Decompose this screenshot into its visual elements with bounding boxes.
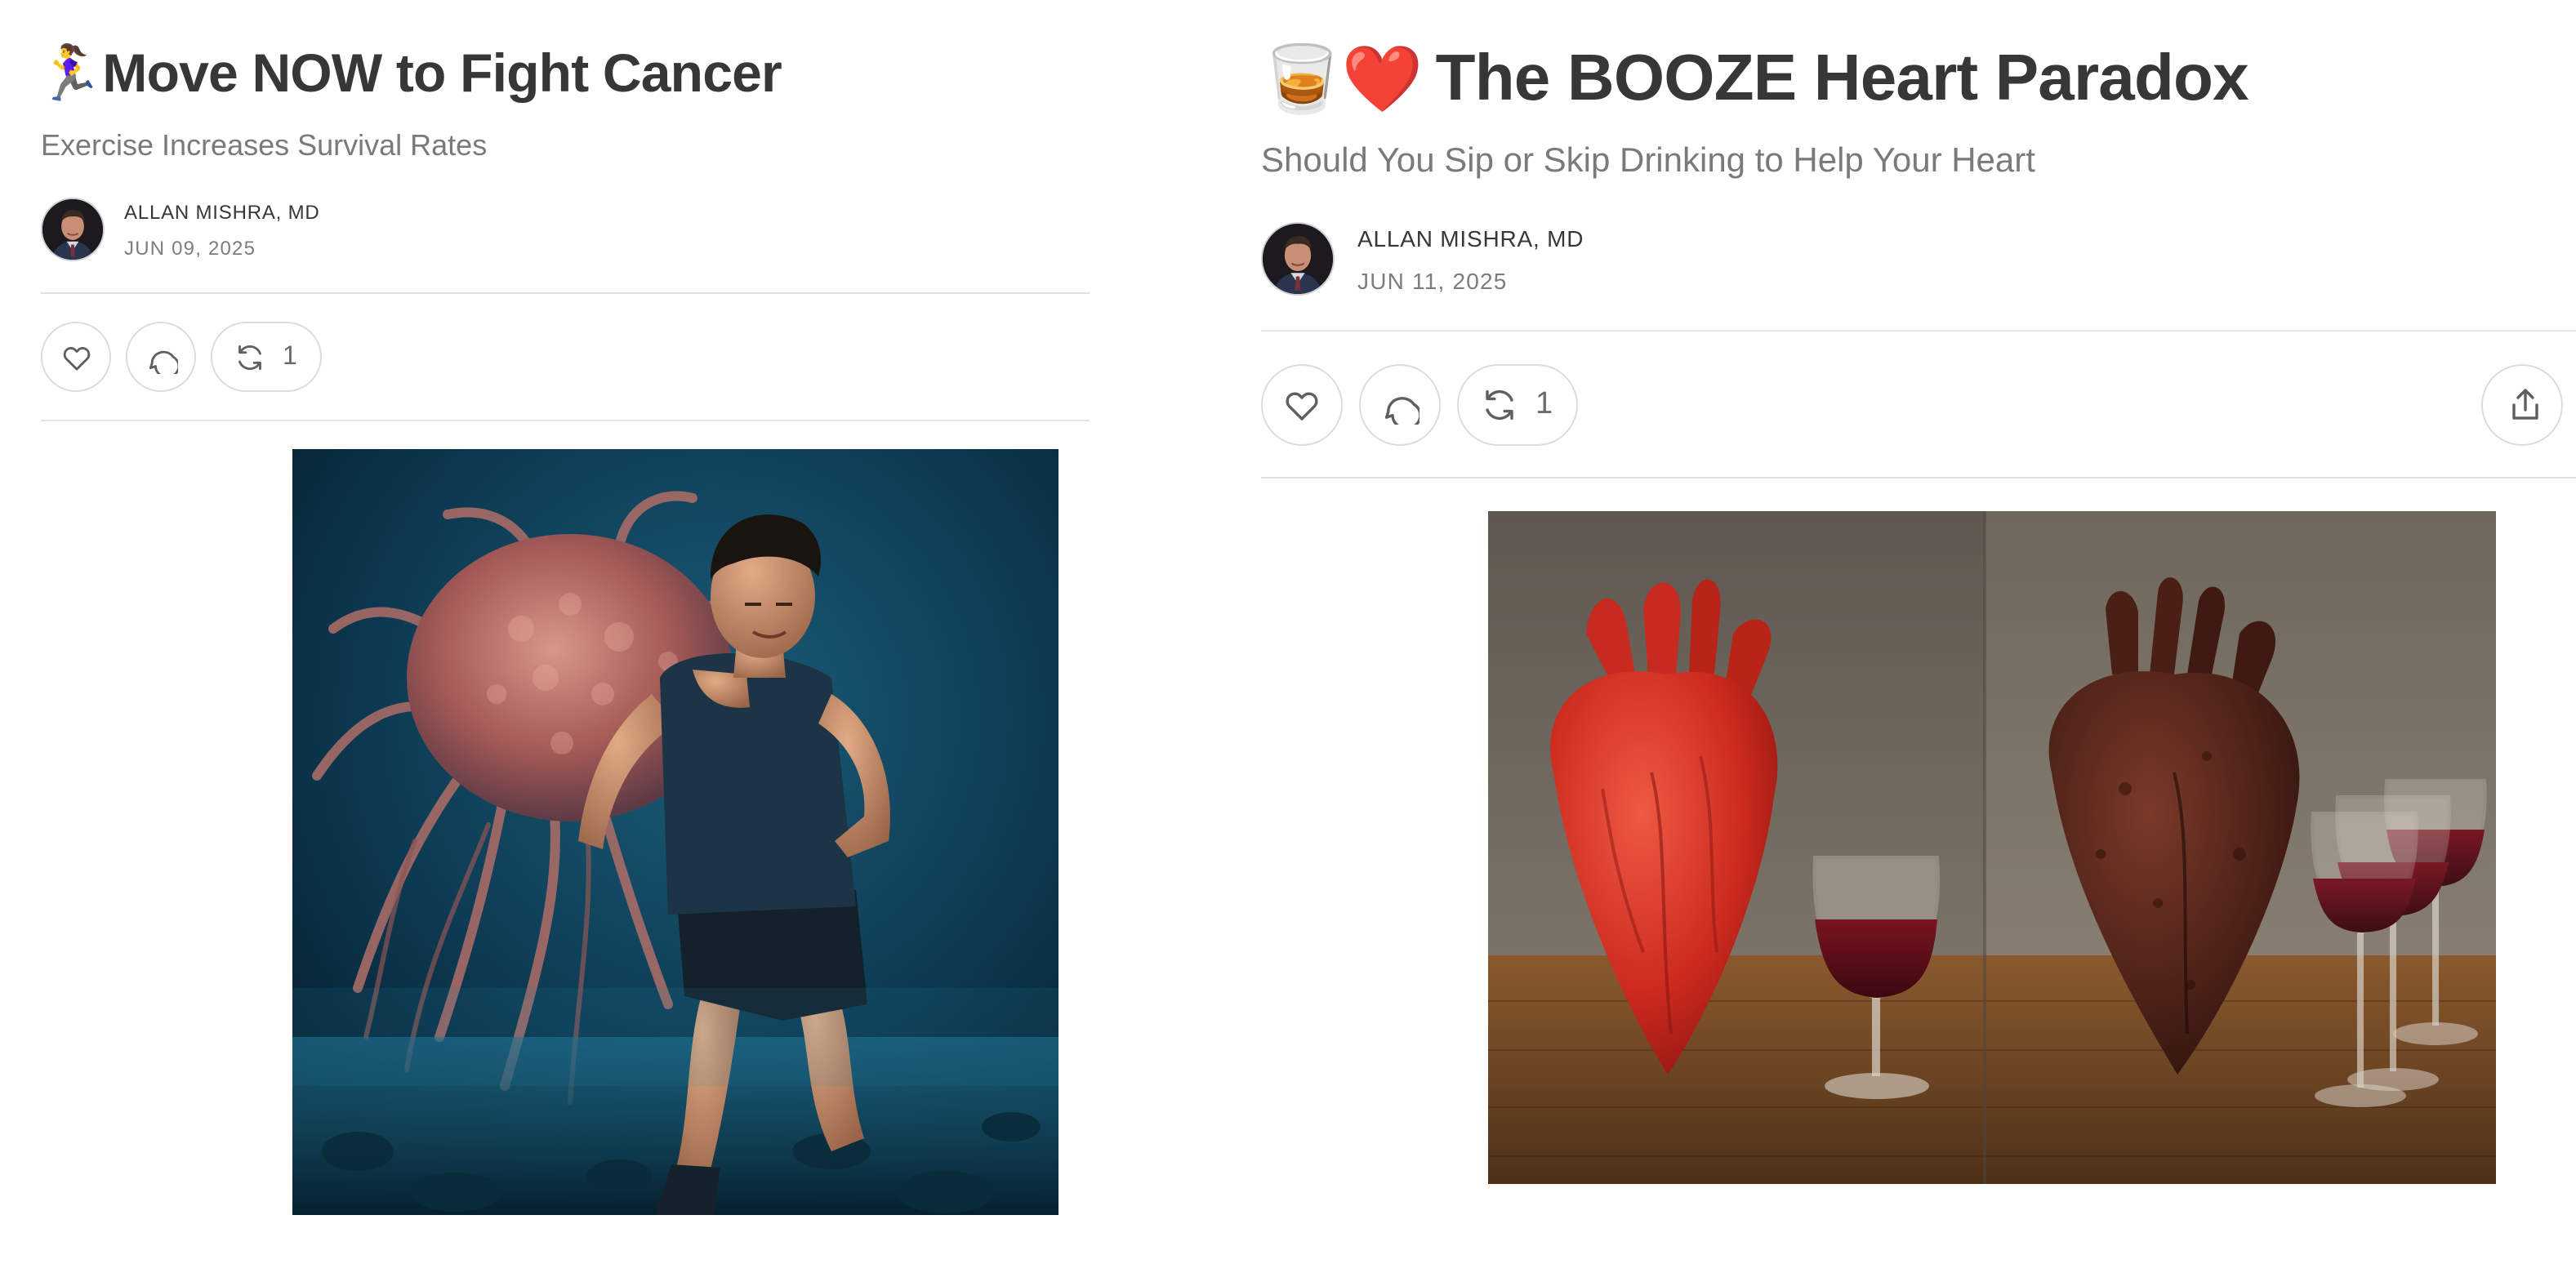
divider-top xyxy=(1261,330,2576,332)
byline: ALLAN MISHRA, MD JUN 11, 2025 xyxy=(1261,222,1584,296)
comment-icon xyxy=(1384,397,1419,425)
runner-emoji: 🏃‍♀️ xyxy=(36,42,103,102)
post-hero-image[interactable] xyxy=(292,449,1058,1215)
post-title-text: The BOOZE Heart Paradox xyxy=(1435,42,2249,113)
post-actions: 1 xyxy=(1261,364,1593,446)
hearts-and-wine-illustration xyxy=(1488,511,2496,1184)
byline-meta: ALLAN MISHRA, MD JUN 09, 2025 xyxy=(124,200,320,259)
heart-icon xyxy=(1286,392,1318,421)
divider-bottom xyxy=(1261,477,2576,478)
author-name[interactable]: ALLAN MISHRA, MD xyxy=(124,200,320,223)
restack-button[interactable]: 1 xyxy=(211,322,322,392)
post-date: JUN 11, 2025 xyxy=(1357,267,1508,293)
runner-cancer-illustration xyxy=(292,449,1058,1215)
restack-count: 1 xyxy=(283,342,297,370)
post-actions: 1 xyxy=(41,322,336,392)
post-date: JUN 09, 2025 xyxy=(124,236,256,259)
comment-button[interactable] xyxy=(1359,364,1441,446)
byline-meta: ALLAN MISHRA, MD JUN 11, 2025 xyxy=(1357,225,1584,293)
restack-count: 1 xyxy=(1535,387,1553,421)
author-portrait-icon xyxy=(42,199,103,260)
heart-icon xyxy=(62,346,90,370)
share-icon xyxy=(2512,389,2538,420)
author-portrait-icon xyxy=(1263,224,1333,294)
like-button[interactable] xyxy=(1261,364,1343,446)
restack-icon xyxy=(1486,389,1513,421)
comment-icon xyxy=(148,349,177,373)
comment-button[interactable] xyxy=(126,322,196,392)
post-title[interactable]: 🏃‍♀️ Move NOW to Fight Cancer xyxy=(36,41,782,106)
screen: 🏃‍♀️ Move NOW to Fight Cancer Exercise I… xyxy=(0,0,2576,1264)
post-subtitle: Exercise Increases Survival Rates xyxy=(41,129,488,162)
author-name[interactable]: ALLAN MISHRA, MD xyxy=(1357,225,1584,251)
share-button[interactable] xyxy=(2481,364,2563,446)
author-avatar[interactable] xyxy=(1261,222,1335,296)
divider-top xyxy=(41,292,1090,294)
author-avatar[interactable] xyxy=(41,198,105,261)
divider-bottom xyxy=(41,420,1090,421)
post-subtitle: Should You Sip or Skip Drinking to Help … xyxy=(1261,142,2035,180)
post-title[interactable]: 🥃❤️ The BOOZE Heart Paradox xyxy=(1261,39,2249,118)
restack-button[interactable]: 1 xyxy=(1457,364,1578,446)
like-button[interactable] xyxy=(41,322,111,392)
post-hero-image[interactable] xyxy=(1488,511,2496,1184)
whiskey-heart-emoji: 🥃❤️ xyxy=(1261,43,1423,115)
restack-icon xyxy=(238,344,261,370)
byline: ALLAN MISHRA, MD JUN 09, 2025 xyxy=(41,198,320,261)
post-title-text: Move NOW to Fight Cancer xyxy=(102,42,782,103)
